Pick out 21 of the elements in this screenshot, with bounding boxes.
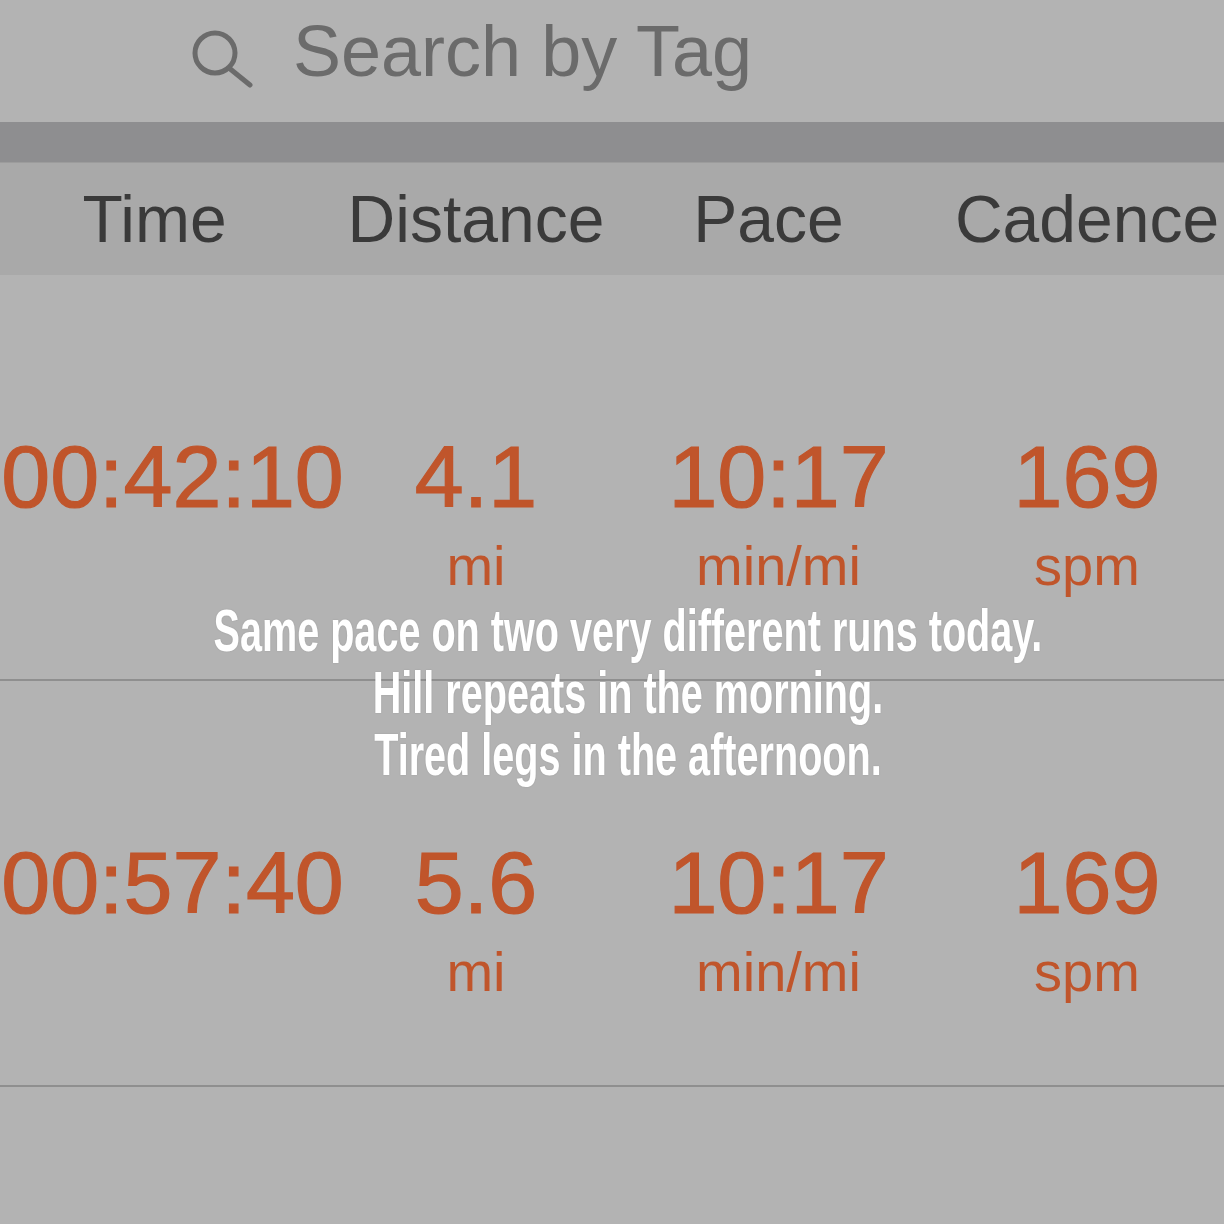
stat-value: 10:17 <box>668 427 889 527</box>
stat-value: 4.1 <box>414 427 538 527</box>
column-header: Distance <box>346 186 606 252</box>
column-header: Pace <box>692 186 845 252</box>
stat-value: 00:57:40 <box>1 833 344 933</box>
stat-value: 5.6 <box>414 833 538 933</box>
caption-text: Same pace on two very different runs today. Hill repeats in the morning. Tired legs in the afternoon. <box>213 600 1043 786</box>
stat-unit: mi <box>446 943 506 1001</box>
stat-unit: min/mi <box>696 943 861 1001</box>
column-header: Cadence <box>953 186 1221 252</box>
stat-unit: mi <box>446 537 506 595</box>
search-field[interactable]: Search by Tag <box>293 10 773 92</box>
stat-value: 169 <box>1013 833 1161 933</box>
stat-unit: spm <box>1034 943 1140 1001</box>
search-icon <box>190 28 255 88</box>
stat-unit: spm <box>1034 537 1140 595</box>
stat-unit: min/mi <box>696 537 861 595</box>
stat-value: 10:17 <box>668 833 889 933</box>
column-header: Time <box>81 186 228 252</box>
stat-value: 169 <box>1013 427 1161 527</box>
stat-value: 00:42:10 <box>1 427 344 527</box>
